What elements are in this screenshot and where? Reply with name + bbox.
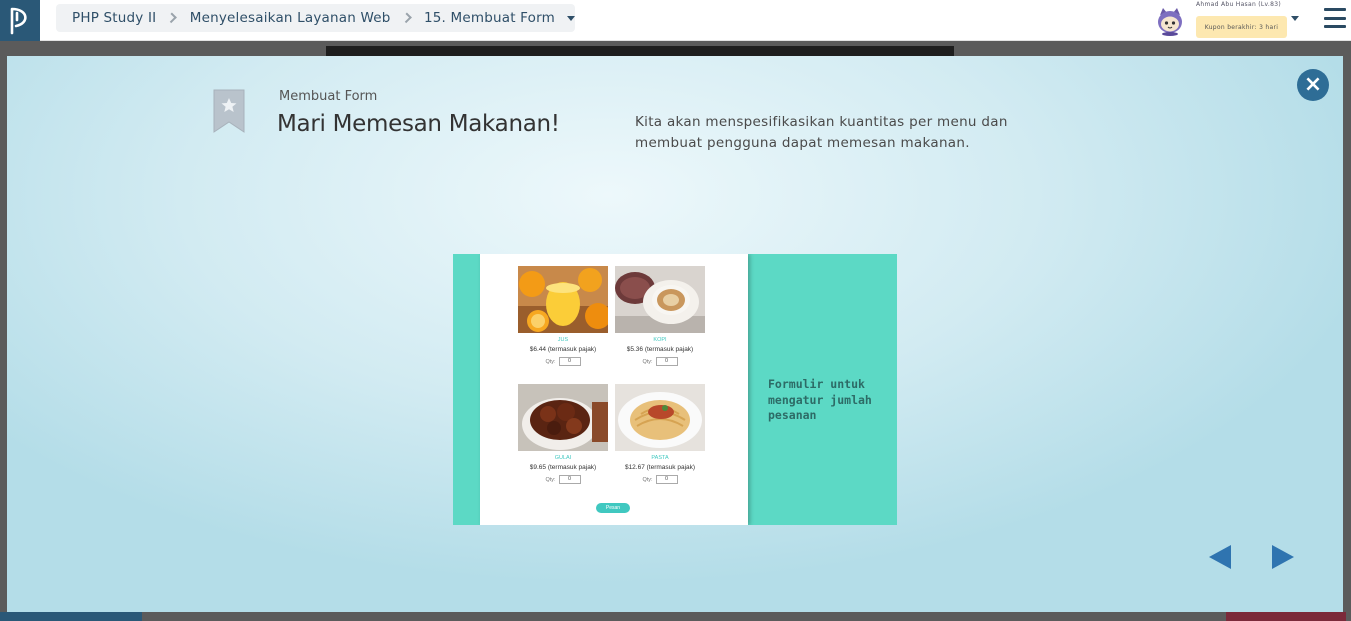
caret-down-icon[interactable] [567, 15, 575, 21]
gulai-image [518, 384, 608, 451]
pasta-image [615, 384, 705, 451]
background-button-glimpse [1226, 612, 1346, 621]
coffee-image [615, 266, 705, 333]
user-avatar[interactable] [1155, 6, 1185, 36]
qty-label: Qty: [642, 358, 653, 365]
quantity-field: Qty: 0 [615, 357, 705, 366]
qty-label: Qty: [545, 476, 556, 483]
qty-label: Qty: [642, 476, 653, 483]
breadcrumb-lesson[interactable]: 15. Membuat Form [424, 10, 555, 26]
lesson-title: Mari Memesan Makanan! [277, 111, 560, 137]
top-header: PHP Study II Menyelesaikan Layanan Web 1… [0, 0, 1351, 41]
qty-input: 0 [558, 357, 581, 366]
quantity-field: Qty: 0 [518, 475, 608, 484]
slide-menu-page: JUS $6.44 (termasuk pajak) Qty: 0 KOPI $… [480, 254, 748, 525]
next-arrow-icon[interactable] [1272, 545, 1294, 569]
user-name: Ahmad Abu Hasan (Lv.83) [1196, 1, 1282, 8]
food-name: JUS [557, 337, 569, 343]
breadcrumb-chapter[interactable]: Menyelesaikan Layanan Web [190, 10, 391, 26]
user-menu-caret-icon[interactable] [1291, 16, 1299, 21]
quantity-field: Qty: 0 [615, 475, 705, 484]
food-price: $6.44 (termasuk pajak) [529, 346, 597, 353]
food-name: PASTA [651, 455, 669, 461]
lesson-subtitle: Membuat Form [279, 89, 378, 104]
breadcrumb: PHP Study II Menyelesaikan Layanan Web 1… [56, 4, 575, 32]
lesson-description: Kita akan menspesifikasikan kuantitas pe… [635, 114, 1008, 151]
food-item-pasta: PASTA $12.67 (termasuk pajak) Qty: 0 [615, 384, 705, 484]
qty-label: Qty: [545, 358, 556, 365]
food-price: $5.36 (termasuk pajak) [626, 346, 694, 353]
progate-logo-icon[interactable] [0, 0, 40, 41]
chevron-right-icon [166, 12, 178, 24]
food-name: KOPI [653, 337, 667, 343]
food-name: GULAI [554, 455, 572, 461]
food-price: $9.65 (termasuk pajak) [529, 464, 597, 471]
chevron-right-icon [400, 12, 412, 24]
food-item-gulai: GULAI $9.65 (termasuk pajak) Qty: 0 [518, 384, 608, 484]
qty-input: 0 [558, 475, 581, 484]
hamburger-menu-icon[interactable] [1324, 8, 1346, 28]
slide-caption: Formulir untuk mengatur jumlah pesanan [768, 377, 872, 422]
close-icon[interactable]: × [1297, 69, 1329, 101]
slide-image: JUS $6.44 (termasuk pajak) Qty: 0 KOPI $… [453, 254, 897, 525]
food-item-jus: JUS $6.44 (termasuk pajak) Qty: 0 [518, 266, 608, 366]
order-button: Pesan [596, 503, 630, 513]
food-item-kopi: KOPI $5.36 (termasuk pajak) Qty: 0 [615, 266, 705, 366]
background-sidebar-glimpse [0, 612, 142, 621]
prev-arrow-icon[interactable] [1209, 545, 1231, 569]
qty-input: 0 [655, 357, 678, 366]
food-price: $12.67 (termasuk pajak) [624, 464, 696, 471]
qty-input: 0 [655, 475, 678, 484]
coupon-badge: Kupon berakhir: 3 hari [1196, 16, 1287, 38]
lesson-intro-modal: × Membuat Form Mari Memesan Makanan! Kit… [7, 56, 1343, 612]
bookmark-star-icon [212, 88, 246, 134]
juice-image [518, 266, 608, 333]
breadcrumb-course[interactable]: PHP Study II [72, 10, 156, 26]
quantity-field: Qty: 0 [518, 357, 608, 366]
